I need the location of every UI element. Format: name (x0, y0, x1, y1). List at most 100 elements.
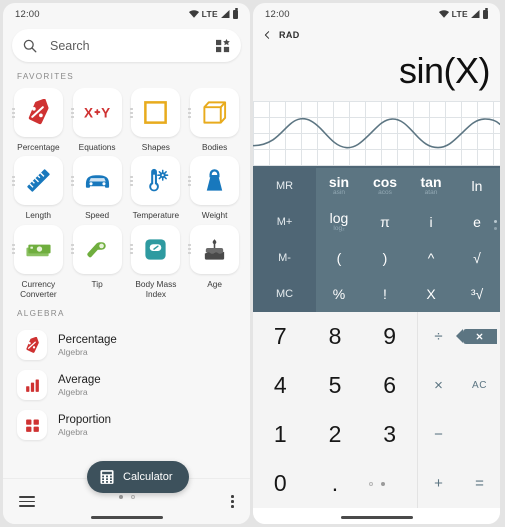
list-texts: Proportion Algebra (58, 414, 111, 437)
four-squares-icon (25, 419, 39, 432)
keypad-scroll-indicator[interactable] (494, 220, 497, 230)
favorite-percentage[interactable]: Percentage (10, 88, 67, 152)
favorite-shapes[interactable]: Shapes (128, 88, 185, 152)
memory-key-mplus[interactable]: M+ (253, 204, 316, 240)
number-key-6[interactable]: 6 (362, 361, 417, 410)
operator-backspace[interactable] (455, 312, 500, 361)
memory-key-mminus[interactable]: M- (253, 240, 316, 276)
function-key-log[interactable]: log log₂ (316, 204, 362, 240)
operator-equals[interactable]: = (459, 459, 500, 508)
drag-handle-icon[interactable] (129, 244, 133, 255)
widgets-grid-icon[interactable] (216, 38, 230, 53)
search-input[interactable]: Search (50, 39, 216, 53)
favorite-weight[interactable]: Weight (186, 156, 243, 220)
tile[interactable] (190, 88, 240, 137)
function-key-percent[interactable]: % (316, 276, 362, 312)
tile[interactable] (131, 88, 181, 137)
tile[interactable] (72, 156, 122, 206)
function-key-factorial[interactable]: ! (362, 276, 408, 312)
favorite-currency-converter[interactable]: Currency Converter (10, 224, 67, 300)
drag-handle-icon[interactable] (12, 107, 15, 118)
more-vertical-icon[interactable] (231, 495, 234, 508)
tile[interactable] (13, 224, 63, 274)
search-wrapper: Search (3, 25, 250, 68)
function-key-variable-x[interactable]: X (408, 276, 454, 312)
list-item[interactable]: Average Algebra (3, 365, 250, 405)
number-key-9[interactable]: 9 (362, 312, 417, 361)
favorite-temperature[interactable]: Temperature (128, 156, 185, 220)
search-bar[interactable]: Search (12, 29, 241, 62)
list-item[interactable]: Percentage Algebra (3, 325, 250, 365)
number-key-7[interactable]: 7 (253, 312, 308, 361)
tile[interactable]: X Y (72, 88, 122, 137)
tile[interactable] (190, 156, 240, 206)
key-label: ³√ (470, 286, 484, 302)
drag-handle-icon[interactable] (188, 107, 192, 118)
list-icon (17, 370, 47, 401)
chevron-left-icon[interactable] (263, 31, 271, 39)
tile[interactable] (13, 88, 63, 137)
list-item[interactable]: Proportion Algebra (3, 405, 250, 445)
left-scroll-area[interactable]: Percentage X Y Equations Shapes Bodies L… (3, 88, 250, 478)
tile[interactable] (72, 224, 122, 274)
tile[interactable] (131, 156, 181, 206)
drag-handle-icon[interactable] (70, 175, 74, 186)
operator-divide[interactable]: ÷ (418, 312, 459, 361)
function-key-sin[interactable]: sin asin (316, 168, 362, 204)
number-key-1[interactable]: 1 (253, 410, 308, 459)
expression-display[interactable]: sin(X) (253, 45, 500, 101)
function-key-power[interactable]: ^ (408, 240, 454, 276)
drag-handle-icon[interactable] (12, 175, 15, 186)
calculator-topbar: RAD (253, 25, 500, 45)
number-key-5[interactable]: 5 (308, 361, 363, 410)
favorite-tip[interactable]: Tip (69, 224, 126, 300)
tile[interactable] (131, 224, 181, 274)
tile[interactable] (13, 156, 63, 206)
angle-mode-label[interactable]: RAD (279, 30, 300, 40)
favorite-body-mass-index[interactable]: Body Mass Index (128, 224, 185, 300)
function-graph[interactable] (253, 101, 500, 168)
drag-handle-icon[interactable] (188, 175, 192, 186)
function-key-cuberoot[interactable]: ³√ (454, 276, 500, 312)
favorite-equations[interactable]: X Y Equations (69, 88, 126, 152)
drag-handle-icon[interactable] (12, 244, 15, 255)
drag-handle-icon[interactable] (129, 107, 133, 118)
number-key-8[interactable]: 8 (308, 312, 363, 361)
drag-handle-icon[interactable] (188, 244, 192, 255)
operator-all-clear[interactable]: AC (459, 361, 500, 410)
tile[interactable] (190, 224, 240, 274)
number-key-2[interactable]: 2 (308, 410, 363, 459)
function-key-sqrt[interactable]: √ (454, 240, 500, 276)
favorite-length[interactable]: Length (10, 156, 67, 220)
function-key-pi[interactable]: π (362, 204, 408, 240)
function-key-close-paren[interactable]: ) (362, 240, 408, 276)
hamburger-menu-icon[interactable] (19, 495, 35, 508)
memory-key-mc[interactable]: MC (253, 276, 316, 312)
calculator-tooltip[interactable]: Calculator (87, 461, 189, 493)
favorite-age[interactable]: Age (186, 224, 243, 300)
memory-key-mr[interactable]: MR (253, 168, 316, 204)
tile-row (10, 156, 67, 206)
function-key-open-paren[interactable]: ( (316, 240, 362, 276)
decimal-point-key[interactable]: . (308, 459, 363, 508)
number-key-0[interactable]: 0 (253, 459, 308, 508)
key-label: sin (328, 174, 350, 191)
function-key-tan[interactable]: tan atan (408, 168, 454, 204)
operator-add[interactable]: + (418, 459, 459, 508)
battery-icon (483, 8, 488, 19)
favorite-speed[interactable]: Speed (69, 156, 126, 220)
number-key-3[interactable]: 3 (362, 410, 417, 459)
drag-handle-icon[interactable] (129, 175, 133, 186)
function-key-cos[interactable]: cos acos (362, 168, 408, 204)
drag-handle-icon[interactable] (70, 244, 74, 255)
operator-multiply[interactable]: × (418, 361, 459, 410)
number-key-4[interactable]: 4 (253, 361, 308, 410)
favorite-bodies[interactable]: Bodies (186, 88, 243, 152)
operator-subtract[interactable]: − (418, 410, 459, 459)
drag-handle-icon[interactable] (70, 107, 74, 118)
key-label: ln (471, 178, 483, 194)
function-key-i[interactable]: i (408, 204, 454, 240)
tile-row (69, 224, 126, 274)
function-key-ln[interactable]: ln (454, 168, 500, 204)
algebra-section-label: ALGEBRA (17, 309, 65, 319)
